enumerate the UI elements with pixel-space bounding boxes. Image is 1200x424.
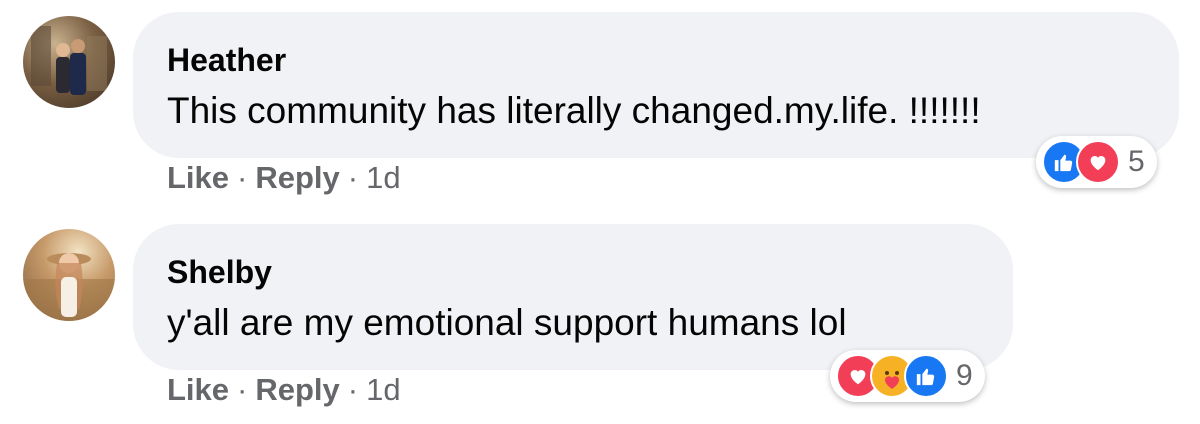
comment-text: This community has literally changed.my.… (167, 90, 981, 131)
comment-text: y'all are my emotional support humans lo… (167, 302, 847, 343)
comment-actions: Like · Reply · 1d (167, 372, 401, 408)
comment: Heather This community has literally cha… (0, 0, 1200, 212)
reaction-summary[interactable]: 9 (830, 350, 985, 402)
comment-actions: Like · Reply · 1d (167, 160, 401, 196)
reply-button[interactable]: Reply (255, 160, 339, 195)
like-button[interactable]: Like (167, 372, 229, 407)
reply-button[interactable]: Reply (255, 372, 339, 407)
comment: Shelby y'all are my emotional support hu… (0, 212, 1200, 424)
comment-author[interactable]: Shelby (167, 254, 272, 291)
reaction-count: 5 (1128, 145, 1145, 178)
comment-bubble: Shelby y'all are my emotional support hu… (133, 224, 1013, 370)
like-icon (904, 354, 948, 398)
reaction-summary[interactable]: 5 (1036, 136, 1157, 188)
love-icon (1076, 140, 1120, 184)
avatar[interactable] (23, 16, 115, 108)
avatar[interactable] (23, 229, 115, 321)
separator: · (237, 372, 248, 407)
reaction-count: 9 (956, 359, 973, 392)
separator: · (237, 160, 248, 195)
like-button[interactable]: Like (167, 160, 229, 195)
separator: · (347, 160, 359, 195)
timestamp[interactable]: 1d (366, 160, 400, 195)
comment-bubble: Heather This community has literally cha… (133, 12, 1179, 158)
comment-author[interactable]: Heather (167, 42, 286, 79)
timestamp[interactable]: 1d (366, 372, 400, 407)
separator: · (347, 372, 359, 407)
